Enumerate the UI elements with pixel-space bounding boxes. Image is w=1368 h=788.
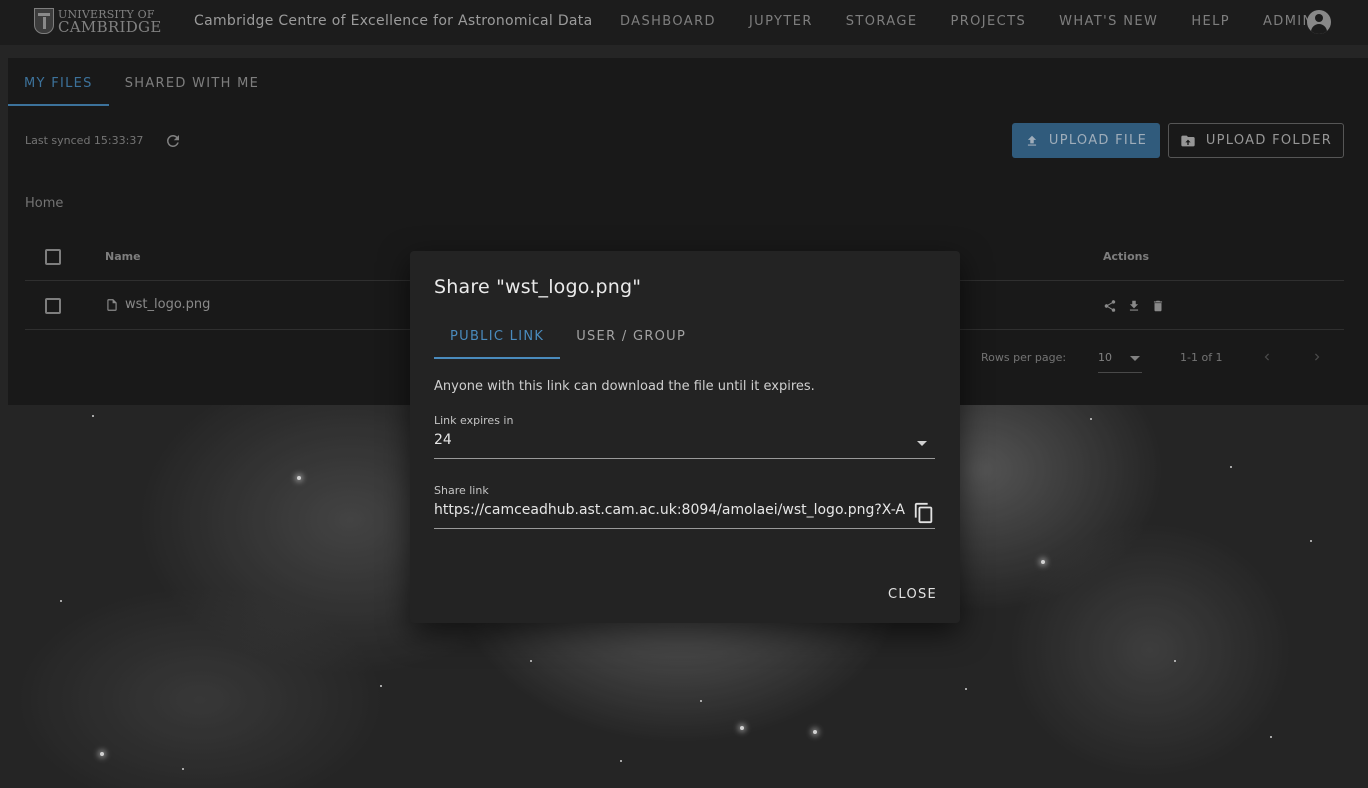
share-link-value[interactable]: https://camceadhub.ast.cam.ac.uk:8094/am… (434, 502, 906, 523)
dialog-title: Share "wst_logo.png" (434, 276, 642, 298)
tab-public-link[interactable]: PUBLIC LINK (434, 311, 561, 359)
dialog-description: Anyone with this link can download the f… (434, 379, 815, 394)
share-dialog: Share "wst_logo.png" PUBLIC LINK USER / … (410, 251, 960, 623)
chevron-down-icon (917, 441, 927, 446)
dialog-tabs: PUBLIC LINK USER / GROUP (434, 311, 702, 359)
share-link-field[interactable]: Share link https://camceadhub.ast.cam.ac… (434, 484, 935, 529)
link-expires-value: 24 (434, 432, 452, 448)
copy-icon[interactable] (913, 502, 935, 524)
share-link-label: Share link (434, 484, 489, 497)
link-expires-label: Link expires in (434, 414, 514, 427)
tab-user-group[interactable]: USER / GROUP (560, 311, 702, 359)
link-expires-select[interactable]: Link expires in 24 (434, 414, 935, 459)
close-button[interactable]: CLOSE (888, 587, 937, 602)
